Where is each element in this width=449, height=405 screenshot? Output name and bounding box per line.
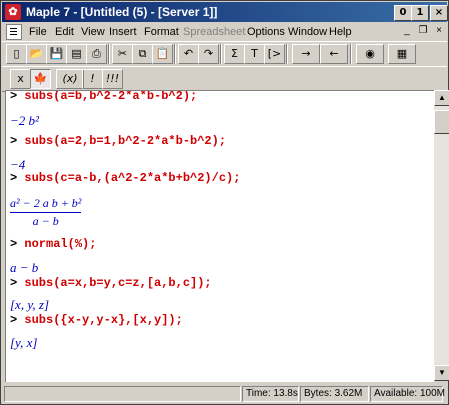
input-line[interactable]: > subs(a=b,b^2-2*a*b-b^2); — [10, 90, 197, 103]
execute-all-icon[interactable]: !!! — [102, 69, 123, 89]
input-icon[interactable]: [> — [264, 44, 285, 64]
restart-icon[interactable]: ▦ — [388, 44, 416, 64]
worksheet[interactable]: > subs(a=b,b^2-2*a*b-b^2); −2 b² > subs(… — [5, 90, 434, 382]
fraction-denominator: a − b — [32, 214, 59, 228]
mdi-restore-button[interactable]: ❐ — [416, 25, 430, 38]
menu-edit[interactable]: Edit — [55, 26, 74, 38]
title-bar[interactable]: ✿ Maple 7 - [Untitled (5) - [Server 1]] … — [2, 2, 448, 22]
menu-bar: File Edit View Insert Format Spreadsheet… — [2, 23, 447, 41]
status-bar: Time: 13.8s Bytes: 3.62M Available: 100M — [2, 384, 447, 403]
status-bytes: Bytes: 3.62M — [300, 386, 369, 402]
vertical-scrollbar[interactable]: ▲ ▼ — [434, 90, 449, 381]
sigma-icon[interactable]: Σ — [224, 44, 245, 64]
input-line[interactable]: > subs(a=2,b=1,b^2-2*a*b-b^2); — [10, 134, 226, 148]
scroll-down-icon[interactable]: ▼ — [434, 365, 449, 381]
prompt: > — [10, 276, 18, 290]
scroll-thumb[interactable] — [434, 110, 449, 134]
status-time: Time: 13.8s — [242, 386, 299, 402]
input-text[interactable]: subs(a=b,b^2-2*a*b-b^2); — [24, 91, 197, 103]
open-icon[interactable]: 📂 — [26, 44, 47, 64]
input-text[interactable]: subs({x-y,y-x},[x,y]); — [24, 313, 182, 327]
menu-help[interactable]: Help — [329, 26, 352, 38]
input-line[interactable]: > subs(c=a-b,(a^2-2*a*b+b^2)/c); — [10, 171, 240, 185]
save-all-icon[interactable]: ▤ — [66, 44, 87, 64]
menu-format[interactable]: Format — [144, 26, 179, 38]
prompt: > — [10, 90, 18, 103]
status-message — [4, 386, 241, 402]
output-line: a − b — [10, 260, 39, 275]
mdi-close-button[interactable]: × — [432, 25, 446, 38]
cut-icon[interactable]: ✂ — [112, 44, 133, 64]
maple-mode-icon[interactable]: 🍁 — [30, 69, 51, 89]
input-line[interactable]: > normal(%); — [10, 237, 96, 251]
new-icon[interactable]: ▯ — [6, 44, 27, 64]
mdi-minimize-button[interactable]: _ — [400, 25, 414, 38]
toolbar-separator — [174, 44, 176, 64]
toolbar-separator — [350, 44, 352, 64]
toolbar-separator — [220, 44, 222, 64]
scroll-up-icon[interactable]: ▲ — [434, 90, 449, 106]
menu-window[interactable]: Window — [288, 26, 327, 38]
prompt: > — [10, 171, 18, 185]
status-available: Available: 100M — [370, 386, 445, 402]
fraction-numerator: a² − 2 a b + b² — [10, 196, 82, 210]
outdent-icon[interactable]: ← — [320, 44, 348, 64]
input-text[interactable]: subs(c=a-b,(a^2-2*a*b+b^2)/c); — [24, 171, 240, 185]
input-text[interactable]: normal(%); — [24, 237, 96, 251]
output-line: −2 b² — [10, 113, 39, 128]
print-icon[interactable]: ⎙ — [86, 44, 107, 64]
maple-leaf-icon[interactable]: ✿ — [5, 4, 21, 20]
close-button[interactable]: × — [430, 5, 448, 21]
redo-icon[interactable]: ↷ — [198, 44, 219, 64]
main-toolbar: ▯ 📂 💾 ▤ ⎙ ✂ ⧉ 📋 ↶ ↷ Σ T [> → ← ◉ ▦ — [2, 41, 447, 67]
input-text[interactable]: subs(a=2,b=1,b^2-2*a*b-b^2); — [24, 134, 226, 148]
undo-icon[interactable]: ↶ — [178, 44, 199, 64]
menu-insert[interactable]: Insert — [109, 26, 137, 38]
context-toolbar: x 🍁 (x) ! !!! — [2, 66, 447, 92]
input-line[interactable]: > subs(a=x,b=y,c=z,[a,b,c]); — [10, 276, 212, 290]
stop-icon[interactable]: ◉ — [356, 44, 384, 64]
menu-spreadsheet: Spreadsheet — [183, 26, 246, 38]
toolbar-separator — [286, 44, 288, 64]
math-mode-icon[interactable]: x — [10, 69, 31, 89]
prompt: > — [10, 134, 18, 148]
fraction-output: a² − 2 a b + b² a − b — [10, 196, 82, 229]
window-title: Maple 7 - [Untitled (5) - [Server 1]] — [26, 5, 218, 19]
maple-window: ✿ Maple 7 - [Untitled (5) - [Server 1]] … — [0, 0, 449, 405]
input-text[interactable]: subs(a=x,b=y,c=z,[a,b,c]); — [24, 276, 211, 290]
menu-view[interactable]: View — [81, 26, 105, 38]
input-line[interactable]: > subs({x-y,y-x},[x,y]); — [10, 313, 183, 327]
prompt: > — [10, 237, 18, 251]
output-line: [y, x] — [10, 335, 38, 350]
symbol-icon[interactable]: (x) — [56, 69, 84, 89]
menu-options[interactable]: Options — [247, 26, 285, 38]
minimize-button[interactable]: 0 — [394, 5, 412, 21]
save-icon[interactable]: 💾 — [46, 44, 67, 64]
paste-icon[interactable]: 📋 — [152, 44, 173, 64]
toolbar-separator — [108, 44, 110, 64]
indent-icon[interactable]: → — [292, 44, 320, 64]
maximize-button[interactable]: 1 — [411, 5, 429, 21]
menu-file[interactable]: File — [29, 26, 47, 38]
text-icon[interactable]: T — [244, 44, 265, 64]
execute-icon[interactable]: ! — [82, 69, 103, 89]
output-line: [x, y, z] — [10, 297, 49, 312]
copy-icon[interactable]: ⧉ — [132, 44, 153, 64]
document-icon[interactable] — [6, 24, 22, 40]
fraction-bar — [10, 212, 82, 213]
prompt: > — [10, 313, 18, 327]
